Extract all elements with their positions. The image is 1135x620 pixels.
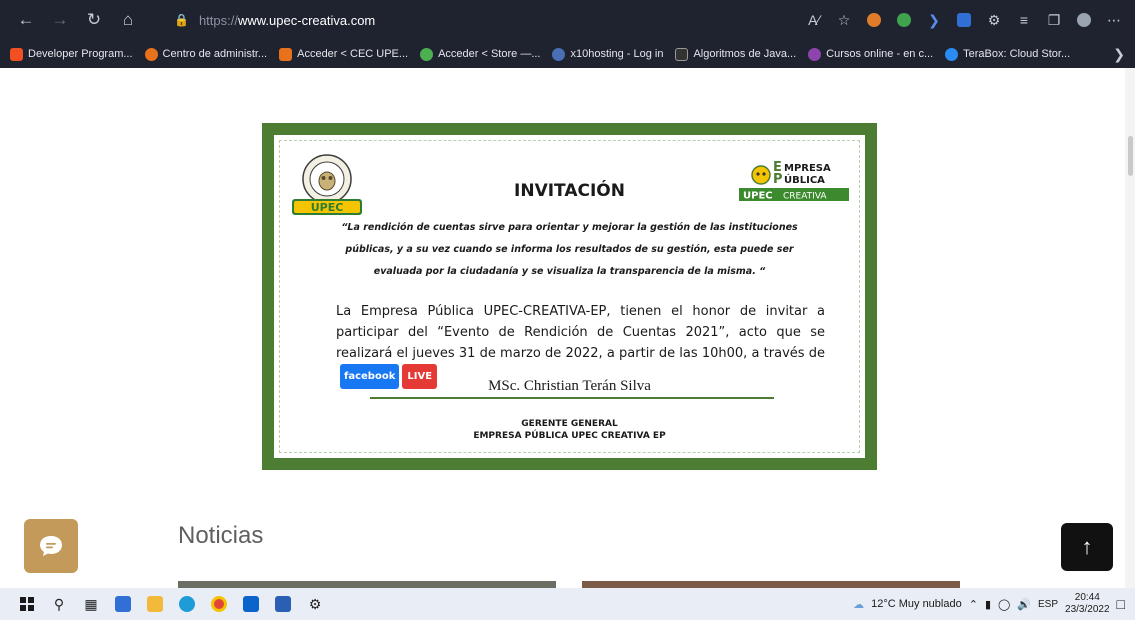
invitation-body: La Empresa Pública UPEC-CREATIVA-EP, tie… [336,301,825,389]
upec-logo-text: UPEC [311,201,344,214]
chrome-browser-icon[interactable] [206,591,232,617]
refresh-icon[interactable]: ↻ [80,6,108,34]
news-thumbnail[interactable] [582,581,960,588]
quote-line: “La rendición de cuentas sirve para orie… [341,222,798,233]
word-icon[interactable] [270,591,296,617]
quote-line: evaluada por la ciudadanía y se visualiz… [373,266,766,277]
page-scrollbar[interactable] [1125,68,1135,588]
office-icon [144,47,158,61]
extension-pen-icon[interactable] [891,7,917,33]
forward-icon[interactable]: → [46,6,74,34]
collections-icon[interactable]: ❐ [1041,7,1067,33]
weather-text[interactable]: 12°C Muy nublado [871,598,962,610]
invitation-card: UPEC E MPRESA P ÚBLICA UPEC CREATIVA INV… [262,123,877,470]
more-menu-icon[interactable]: ⋯ [1101,7,1127,33]
address-bar[interactable]: 🔒 https://www.upec-creativa.com [160,6,730,34]
clock-time: 20:44 [1074,592,1100,603]
tray-chevron-up-icon[interactable]: ⌃ [969,598,978,611]
logo-line-empresa: MPRESA [784,163,831,174]
site-icon [552,47,566,61]
taskbar-clock[interactable]: 20:44 23/3/2022 [1065,592,1110,616]
settings-gear-icon[interactable]: ⚙ [302,591,328,617]
favorites-list-icon[interactable]: ≡ [1011,7,1037,33]
news-thumbnail[interactable] [178,581,556,588]
home-icon[interactable]: ⌂ [114,6,142,34]
page-content: UPEC E MPRESA P ÚBLICA UPEC CREATIVA INV… [0,68,1135,588]
scrollbar-thumb[interactable] [1128,136,1133,176]
profile-avatar-icon[interactable] [1071,7,1097,33]
extensions-puzzle-icon[interactable]: ⚙ [981,7,1007,33]
windows-taskbar: ⚲ ▦ ⚙ ☁ 12°C Muy nublado ⌃ ▮ ◯ 🔊 ESP 20:… [0,588,1135,620]
site-icon [279,47,293,61]
task-view-icon[interactable]: ▦ [78,591,104,617]
clock-date: 23/3/2022 [1065,604,1110,615]
extension-toolbar: A∕ ☆ ❯ ⚙ ≡ ❐ ⋯ [801,6,1127,34]
chat-button[interactable] [24,519,78,573]
extension-fox-icon[interactable] [861,7,887,33]
bookmark-item[interactable]: Cursos online - en c... [808,47,933,61]
signature-line [370,397,774,399]
bookmark-item[interactable]: Developer Program... [10,47,133,61]
language-indicator[interactable]: ESP [1038,599,1058,610]
news-section-title: Noticias [178,522,264,549]
network-icon[interactable]: ◯ [998,598,1010,611]
site-icon [675,47,689,61]
bookmark-item[interactable]: TeraBox: Cloud Stor... [945,47,1070,61]
windows-logo-icon [10,47,23,61]
lock-icon: 🔒 [174,13,189,27]
battery-icon[interactable]: ▮ [985,598,991,611]
quote-line: públicas, y a su vez cuando se informa l… [345,244,794,255]
scroll-to-top-button[interactable]: ↑ [1061,523,1113,571]
bookmark-item[interactable]: Centro de administr... [144,47,267,61]
arrow-up-icon: ↑ [1081,534,1093,559]
invitation-quote: “La rendición de cuentas sirve para orie… [334,217,805,283]
signer-name: MSc. Christian Terán Silva [488,378,651,394]
file-explorer-icon[interactable] [142,591,168,617]
role-title: GERENTE GENERAL [521,419,618,429]
edge-browser-icon[interactable] [174,591,200,617]
outlook-icon[interactable] [238,591,264,617]
browser-toolbar: ← → ↻ ⌂ 🔒 https://www.upec-creativa.com … [0,0,1135,40]
read-aloud-icon[interactable]: A∕ [801,7,827,33]
taskbar-apps: ⚲ ▦ ⚙ [0,591,328,617]
role-organization: EMPRESA PÚBLICA UPEC CREATIVA EP [473,431,666,441]
browser-chrome: ← → ↻ ⌂ 🔒 https://www.upec-creativa.com … [0,0,1135,68]
bookmark-item[interactable]: Acceder < Store —... [420,47,540,61]
invitation-title: INVITACIÓN [514,181,625,201]
invitation-inner: UPEC E MPRESA P ÚBLICA UPEC CREATIVA INV… [272,133,867,460]
weather-cloud-icon: ☁ [853,598,865,611]
bookmark-item[interactable]: x10hosting - Log in [552,47,663,61]
bookmark-item[interactable]: Algoritmos de Java... [675,47,796,61]
notifications-icon[interactable]: □ [1117,596,1125,612]
extension-square-icon[interactable] [951,7,977,33]
site-icon [420,47,434,61]
store-icon[interactable] [110,591,136,617]
cloud-icon [945,47,959,61]
signer-role: GERENTE GENERAL EMPRESA PÚBLICA UPEC CRE… [274,418,865,442]
volume-icon[interactable]: 🔊 [1017,598,1031,611]
site-icon [808,47,822,61]
url-host: www.upec-creativa.com [237,12,376,28]
bookmark-item[interactable]: Acceder < CEC UPE... [279,47,408,61]
bookmarks-more-icon[interactable]: ❯ [1113,46,1125,63]
url-scheme: https:// [198,12,238,28]
invitation-body-text: La Empresa Pública UPEC-CREATIVA-EP, tie… [336,304,825,361]
search-icon[interactable]: ⚲ [46,591,72,617]
windows-start-icon[interactable] [14,591,40,617]
bookmarks-bar: Developer Program... Centro de administr… [0,40,1135,68]
favorite-star-icon[interactable]: ☆ [831,7,857,33]
back-icon[interactable]: ← [12,6,40,34]
extension-arrow-icon[interactable]: ❯ [921,7,947,33]
chat-bubble-icon [40,536,62,556]
system-tray: ☁ 12°C Muy nublado ⌃ ▮ ◯ 🔊 ESP 20:44 23/… [853,588,1125,620]
